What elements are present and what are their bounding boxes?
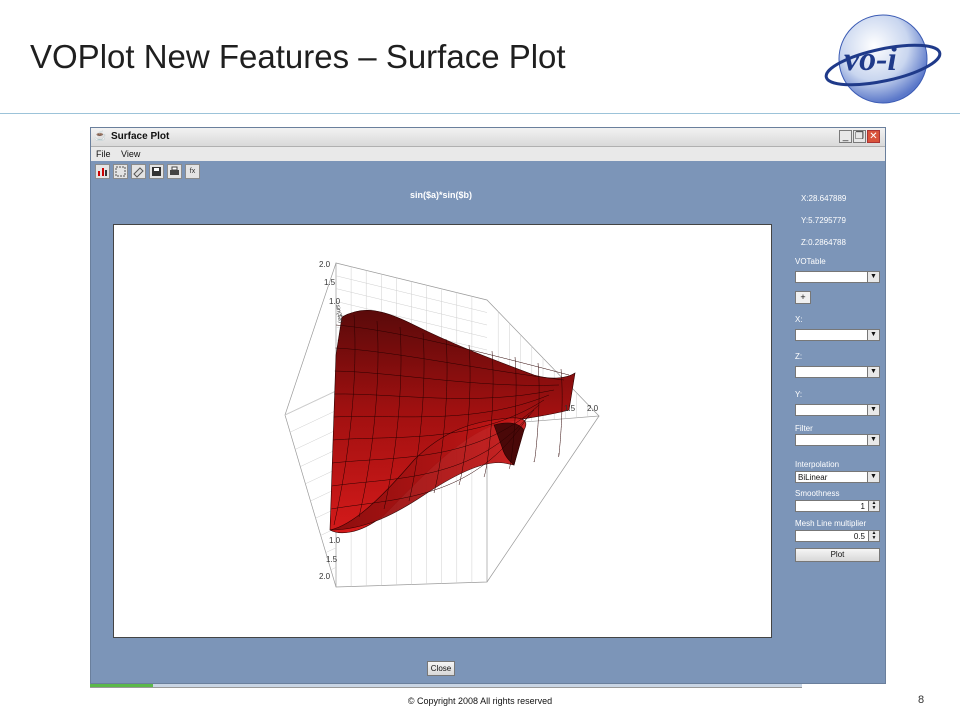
eraser-icon[interactable] xyxy=(131,164,146,179)
taskbar-strip xyxy=(90,684,802,688)
menu-view[interactable]: View xyxy=(121,149,140,159)
mesh-line-label: Mesh Line multiplier xyxy=(795,519,867,528)
tick-label: 1.5 xyxy=(564,404,576,413)
y-column-select[interactable]: ▼ xyxy=(795,404,880,416)
grid-line xyxy=(300,449,337,467)
mesh-line-spinner[interactable]: 0.5 ▲ ▼ xyxy=(795,530,880,542)
grid-line xyxy=(325,547,337,553)
interpolation-value: BiLinear xyxy=(798,473,828,482)
chevron-down-icon: ▼ xyxy=(867,272,879,282)
plot-canvas[interactable]: 2.0 1.5 1.0 1.0 1.5 2.0 1.5 2.0 sin($a) xyxy=(113,224,772,638)
grid-line xyxy=(289,410,337,433)
z-readout: Z:0.2864788 xyxy=(801,238,846,247)
close-window-button[interactable]: ✕ xyxy=(867,130,880,143)
x-column-label: X: xyxy=(795,315,803,324)
y-readout: Y:5.7295779 xyxy=(801,216,846,225)
grid-line xyxy=(330,567,337,571)
surface-plot-window: ☕ Surface Plot _ ❐ ✕ File View fx sin($a… xyxy=(90,127,886,684)
votable-label: VOTable xyxy=(795,257,826,266)
logo-text: vo-i xyxy=(844,41,897,78)
surface-mesh xyxy=(329,310,576,534)
chevron-down-icon: ▼ xyxy=(867,435,879,445)
minimize-button[interactable]: _ xyxy=(839,130,852,143)
add-votable-button[interactable]: + xyxy=(795,291,811,304)
smoothness-spinner[interactable]: 1 ▲ ▼ xyxy=(795,500,880,512)
plot-button[interactable]: Plot xyxy=(795,548,880,562)
close-button[interactable]: Close xyxy=(427,661,455,676)
axis-label: sin($a) xyxy=(334,304,343,323)
chevron-down-icon: ▼ xyxy=(867,367,879,377)
plot-icon[interactable] xyxy=(95,164,110,179)
toolbar: fx xyxy=(91,161,885,183)
fx-icon[interactable]: fx xyxy=(185,164,200,179)
title-divider xyxy=(0,113,960,114)
votable-select[interactable]: ▼ xyxy=(795,271,880,283)
zoom-icon[interactable] xyxy=(113,164,128,179)
interpolation-label: Interpolation xyxy=(795,460,840,469)
spinner-arrows-icon[interactable]: ▲ ▼ xyxy=(868,501,879,511)
mesh-line-value: 0.5 xyxy=(853,532,865,541)
menu-file[interactable]: File xyxy=(96,149,111,159)
chevron-down-icon: ▼ xyxy=(867,330,879,340)
z-column-label: Z: xyxy=(795,352,803,361)
page-number: 8 xyxy=(918,694,925,706)
tick-label: 1.5 xyxy=(326,555,338,564)
grid-line xyxy=(284,390,337,416)
taskbar-green-segment xyxy=(90,684,153,687)
x-readout: X:28.647889 xyxy=(801,194,847,203)
save-icon[interactable] xyxy=(149,164,164,179)
tick-label: 2.0 xyxy=(319,260,331,269)
tick-label: 2.0 xyxy=(319,572,331,581)
copyright-footer: © Copyright 2008 All rights reserved xyxy=(407,696,553,706)
y-column-label: Y: xyxy=(795,390,803,399)
filter-label: Filter xyxy=(795,424,813,433)
smoothness-value: 1 xyxy=(860,502,865,511)
window-titlebar[interactable]: ☕ Surface Plot _ ❐ ✕ xyxy=(91,128,885,147)
z-column-select[interactable]: ▼ xyxy=(795,366,880,378)
smoothness-label: Smoothness xyxy=(795,489,840,498)
chevron-down-icon: ▼ xyxy=(867,405,879,415)
plot-title: sin($a)*sin($b) xyxy=(409,190,472,200)
tick-label: 1.5 xyxy=(324,278,336,287)
x-column-select[interactable]: ▼ xyxy=(795,329,880,341)
chevron-down-icon: ▼ xyxy=(867,472,879,482)
java-app-icon: ☕ xyxy=(94,131,107,142)
vo-i-logo: vo-i xyxy=(824,14,942,104)
surface-plot: 2.0 1.5 1.0 1.0 1.5 2.0 1.5 2.0 sin($a) xyxy=(284,260,600,588)
restore-button[interactable]: ❐ xyxy=(853,130,866,143)
interpolation-select[interactable]: BiLinear ▼ xyxy=(795,471,880,483)
tick-label: 1.0 xyxy=(329,536,341,545)
grid-line xyxy=(295,429,337,450)
tick-label: 2.0 xyxy=(587,404,599,413)
menubar: File View xyxy=(91,147,885,161)
print-icon[interactable] xyxy=(167,164,182,179)
window-title: Surface Plot xyxy=(111,131,170,142)
spinner-arrows-icon[interactable]: ▲ ▼ xyxy=(868,531,879,541)
filter-select[interactable]: ▼ xyxy=(795,434,880,446)
slide-title: VOPlot New Features – Surface Plot xyxy=(30,38,566,75)
